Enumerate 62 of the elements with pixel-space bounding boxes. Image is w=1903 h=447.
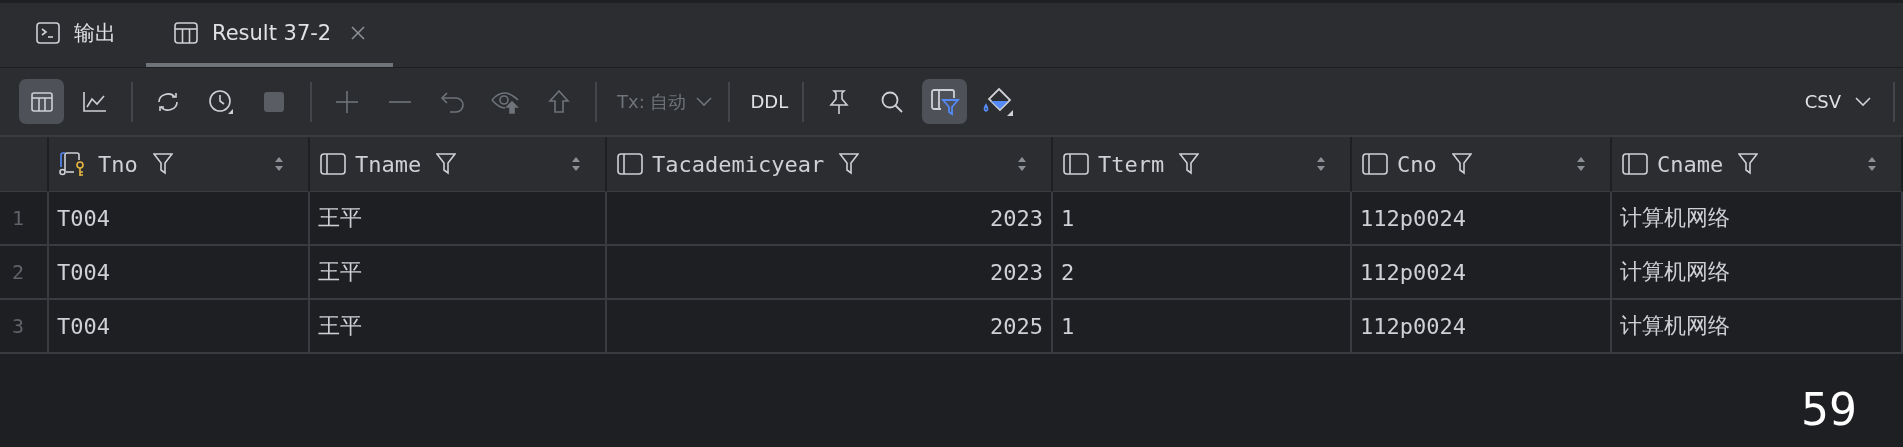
table-cell: T004 (49, 246, 310, 300)
page-number: 59 (1801, 384, 1857, 435)
paint-bucket-icon (981, 86, 1014, 117)
column-filter-icon (929, 87, 960, 116)
filter-icon[interactable] (436, 153, 457, 175)
table-cell: 1 (1053, 300, 1352, 354)
filter-icon[interactable] (1451, 153, 1472, 175)
table-cell: 计算机网络 (1612, 192, 1903, 246)
export-format-dropdown[interactable]: CSV (1804, 91, 1871, 112)
table-cell: 2023 (607, 192, 1053, 246)
table-cell: 2023 (607, 246, 1053, 300)
sort-icon[interactable] (1867, 156, 1877, 172)
sort-icon[interactable] (1316, 156, 1326, 172)
row-number: 1 (0, 192, 49, 246)
table-cell: 计算机网络 (1612, 246, 1903, 300)
filter-icon[interactable] (839, 153, 860, 175)
column-header[interactable]: Tacademicyear (652, 151, 825, 177)
chevron-down-icon (1855, 96, 1871, 107)
terminal-icon (36, 22, 60, 44)
toolbar-button[interactable] (19, 79, 64, 124)
sort-icon[interactable] (1576, 156, 1586, 172)
table-cell: 2 (1053, 246, 1352, 300)
plus-icon (334, 89, 359, 114)
table-icon (174, 22, 198, 44)
column-header[interactable]: Cname (1657, 151, 1724, 177)
table-cell: 112p0024 (1352, 246, 1612, 300)
column-header[interactable]: Tterm (1098, 151, 1165, 177)
sort-icon[interactable] (274, 156, 284, 172)
table-cell: 王平 (310, 246, 607, 300)
sort-icon[interactable] (571, 156, 581, 172)
table-cell: 王平 (310, 192, 607, 246)
pin-icon (828, 88, 849, 115)
table-cell: 112p0024 (1352, 300, 1612, 354)
table-cell: 2025 (607, 300, 1053, 354)
column-header[interactable]: Tno (98, 151, 138, 177)
result-tab[interactable]: 输出 (26, 3, 126, 67)
line-chart-icon (81, 89, 108, 114)
chevron-down-icon (696, 96, 713, 107)
stop-icon (262, 90, 285, 113)
toolbar-button[interactable] (922, 79, 968, 124)
table-cell: 1 (1053, 192, 1352, 246)
filter-icon[interactable] (1738, 153, 1759, 175)
sort-icon[interactable] (1017, 156, 1027, 172)
table-cell: 计算机网络 (1612, 300, 1903, 354)
search-icon (879, 89, 904, 114)
table-cell: T004 (49, 300, 310, 354)
ddl-button[interactable]: DDL (742, 91, 797, 112)
column-header[interactable]: Tname (355, 151, 422, 177)
row-number: 3 (0, 300, 49, 354)
minus-icon (387, 99, 412, 104)
table-cell: 112p0024 (1352, 192, 1612, 246)
undo-icon (439, 89, 466, 114)
clock-icon (207, 88, 234, 115)
column-header[interactable]: Cno (1397, 151, 1437, 177)
table-icon (29, 89, 54, 114)
arrow-up-icon (547, 89, 570, 114)
filter-icon[interactable] (1179, 153, 1200, 175)
filter-icon[interactable] (152, 153, 173, 175)
table-cell: 王平 (310, 300, 607, 354)
table-cell: T004 (49, 192, 310, 246)
row-number: 2 (0, 246, 49, 300)
close-icon[interactable] (351, 26, 366, 40)
